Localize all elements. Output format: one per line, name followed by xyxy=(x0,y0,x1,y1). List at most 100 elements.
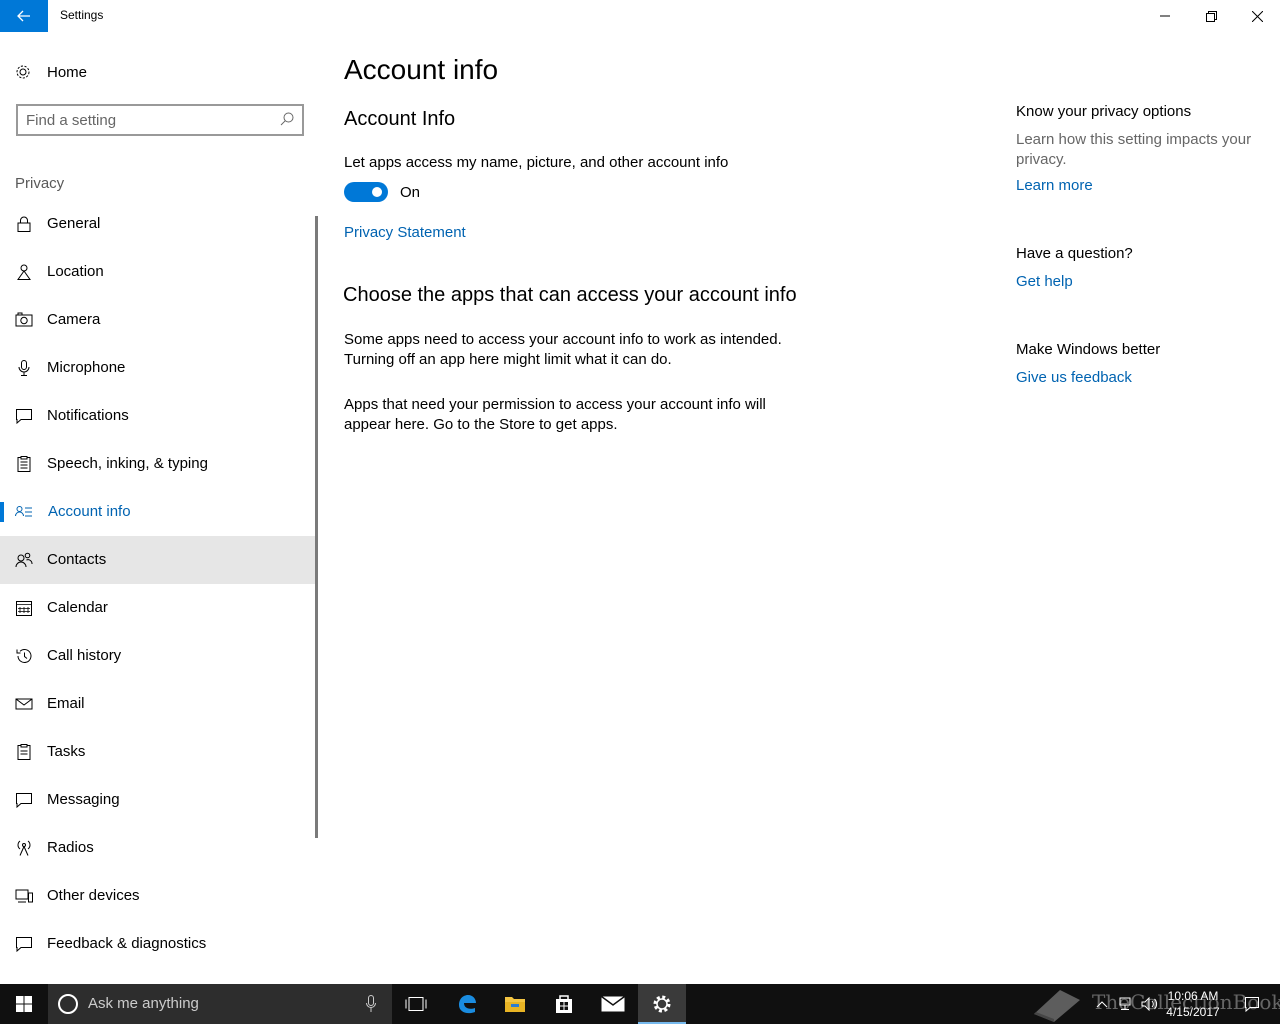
privacy-group-label: Privacy xyxy=(15,175,65,192)
mail-icon xyxy=(601,996,625,1012)
book-icon xyxy=(1034,990,1080,1022)
account-info-toggle[interactable] xyxy=(344,182,388,202)
sidebar-item-label: Calendar xyxy=(47,599,108,616)
minimize-button[interactable] xyxy=(1142,0,1188,32)
sidebar-item-label: Tasks xyxy=(47,743,86,760)
messaging-icon xyxy=(16,793,32,808)
sidebar-item-label: Speech, inking, & typing xyxy=(47,455,208,472)
toggle-state-label: On xyxy=(400,184,421,201)
sidebar-item-label: Feedback & diagnostics xyxy=(47,935,207,952)
settings-taskbar-button[interactable] xyxy=(638,984,686,1024)
sidebar-item-label: Messaging xyxy=(47,791,120,808)
action-center-icon xyxy=(1245,997,1259,1012)
store-button[interactable] xyxy=(540,984,588,1024)
choose-apps-title: Choose the apps that can access your acc… xyxy=(343,284,797,306)
start-button[interactable] xyxy=(0,984,48,1024)
task-view-icon xyxy=(405,997,427,1011)
volume-icon xyxy=(1141,997,1158,1011)
sidebar-item-label: General xyxy=(47,215,101,232)
cortana-icon xyxy=(58,994,78,1014)
give-feedback-link[interactable]: Give us feedback xyxy=(1016,369,1132,386)
sidebar-item-call-history[interactable]: Call history xyxy=(0,632,318,680)
sidebar-scrollbar[interactable] xyxy=(315,216,318,838)
microphone-icon[interactable] xyxy=(366,995,376,1013)
system-clock[interactable]: 10:06 AM 4/15/2017 xyxy=(1160,988,1226,1020)
feedback-icon xyxy=(16,937,32,952)
close-button[interactable] xyxy=(1234,0,1280,32)
file-explorer-button[interactable] xyxy=(491,984,539,1024)
sidebar-item-label: Camera xyxy=(47,311,101,328)
sidebar-item-messaging[interactable]: Messaging xyxy=(0,776,318,824)
camera-icon xyxy=(15,312,33,327)
make-windows-better-heading: Make Windows better xyxy=(1016,341,1161,358)
cortana-search-box[interactable]: Ask me anything xyxy=(48,984,392,1024)
get-help-link[interactable]: Get help xyxy=(1016,273,1073,290)
toggle-description: Let apps access my name, picture, and ot… xyxy=(344,154,729,171)
show-hidden-icons-button[interactable] xyxy=(1090,984,1114,1024)
gear-icon xyxy=(16,65,30,79)
selection-indicator xyxy=(0,502,4,522)
section-title: Account Info xyxy=(344,108,456,130)
edge-icon xyxy=(459,995,476,1014)
home-link[interactable]: Home xyxy=(0,56,320,88)
gear-icon xyxy=(653,995,671,1013)
history-icon xyxy=(16,649,32,663)
sidebar-item-microphone[interactable]: Microphone xyxy=(0,344,318,392)
sidebar-item-label: Email xyxy=(47,695,85,712)
close-icon xyxy=(1251,10,1263,22)
folder-icon xyxy=(505,997,525,1012)
task-view-button[interactable] xyxy=(392,984,440,1024)
clipboard-icon xyxy=(17,456,31,472)
sidebar-item-tasks[interactable]: Tasks xyxy=(0,728,318,776)
window-title: Settings xyxy=(60,8,104,22)
sidebar-item-label: Notifications xyxy=(47,407,129,424)
email-icon xyxy=(15,698,33,710)
edge-button[interactable] xyxy=(443,984,491,1024)
windows-logo-icon xyxy=(16,996,32,1012)
sidebar-item-label: Contacts xyxy=(47,551,107,568)
sidebar-item-label: Call history xyxy=(47,647,122,664)
sidebar-item-contacts[interactable]: Contacts xyxy=(0,536,318,584)
sidebar-item-account-info[interactable]: Account info xyxy=(0,488,318,536)
learn-more-link[interactable]: Learn more xyxy=(1016,177,1093,194)
account-info-icon xyxy=(15,506,32,517)
sidebar-item-email[interactable]: Email xyxy=(0,680,318,728)
chevron-up-icon xyxy=(1096,1001,1108,1008)
devices-icon xyxy=(15,889,33,903)
back-button[interactable] xyxy=(0,0,48,32)
store-icon xyxy=(556,995,572,1013)
sidebar-item-radios[interactable]: Radios xyxy=(0,824,318,872)
sidebar-item-other-devices[interactable]: Other devices xyxy=(0,872,318,920)
sidebar-item-label: Radios xyxy=(47,839,94,856)
lock-icon xyxy=(17,216,31,232)
apps-description: Some apps need to access your account in… xyxy=(344,331,782,368)
privacy-statement-link[interactable]: Privacy Statement xyxy=(344,224,466,241)
search-box xyxy=(16,104,304,136)
restore-button[interactable] xyxy=(1188,0,1234,32)
action-center-button[interactable] xyxy=(1232,984,1272,1024)
sidebar-item-label: Microphone xyxy=(47,359,126,376)
question-heading: Have a question? xyxy=(1016,245,1133,262)
sidebar-item-location[interactable]: Location xyxy=(0,248,318,296)
restore-icon xyxy=(1205,10,1217,22)
sidebar-item-feedback[interactable]: Feedback & diagnostics xyxy=(0,920,318,968)
search-icon[interactable] xyxy=(280,112,294,126)
network-button[interactable] xyxy=(1114,984,1138,1024)
sidebar-item-camera[interactable]: Camera xyxy=(0,296,318,344)
microphone-icon xyxy=(18,360,30,376)
home-label: Home xyxy=(47,64,88,81)
tasks-icon xyxy=(17,744,31,760)
location-icon xyxy=(17,264,31,280)
sidebar-item-label: Other devices xyxy=(47,887,140,904)
sidebar-item-notifications[interactable]: Notifications xyxy=(0,392,318,440)
page-title: Account info xyxy=(344,54,499,85)
privacy-options-heading: Know your privacy options xyxy=(1016,103,1192,120)
toggle-knob xyxy=(372,187,382,197)
sidebar-item-label: Location xyxy=(47,263,104,280)
sidebar-item-calendar[interactable]: Calendar xyxy=(0,584,318,632)
volume-button[interactable] xyxy=(1138,984,1162,1024)
sidebar-item-general[interactable]: General xyxy=(0,200,318,248)
sidebar-item-speech[interactable]: Speech, inking, & typing xyxy=(0,440,318,488)
search-input[interactable] xyxy=(26,110,276,130)
mail-button[interactable] xyxy=(589,984,637,1024)
